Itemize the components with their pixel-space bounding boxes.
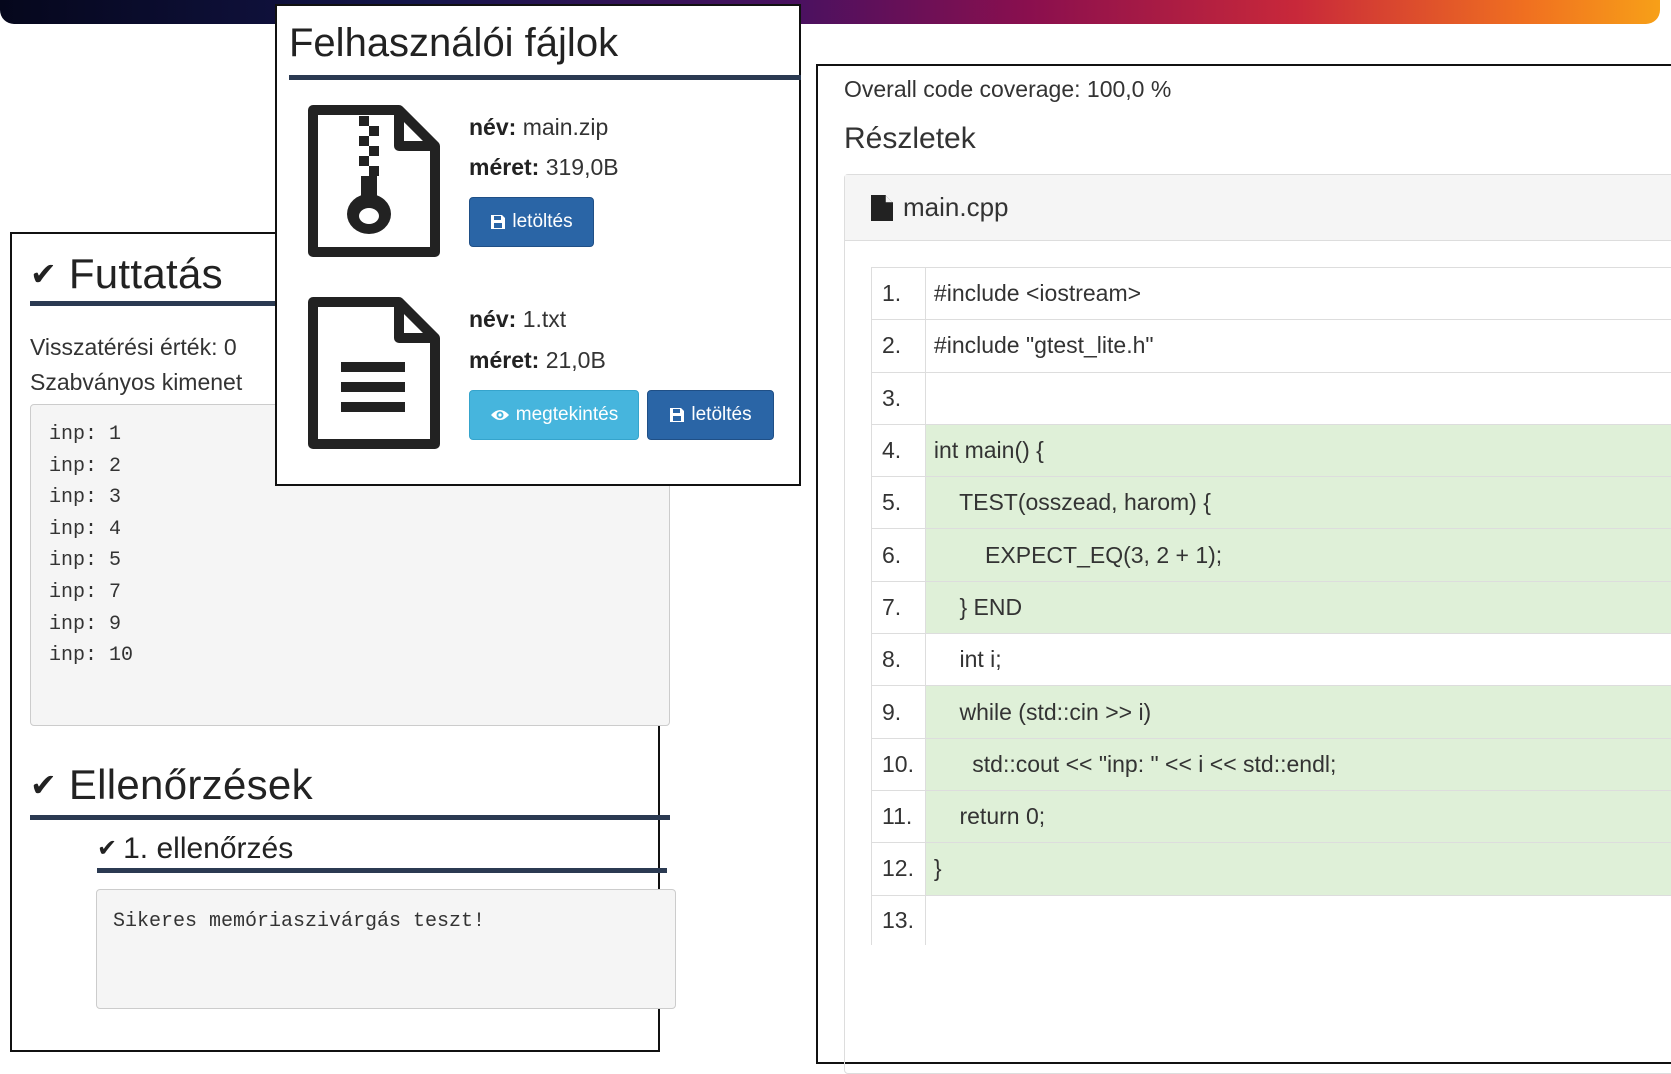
line-source: [925, 895, 1671, 945]
line-source: EXPECT_EQ(3, 2 + 1);: [925, 529, 1671, 581]
check-1-output: Sikeres memóriaszivárgás teszt!: [96, 889, 676, 1009]
code-line: 9. while (std::cin >> i): [872, 686, 1671, 738]
eye-icon: [490, 408, 510, 422]
code-line: 1.#include <iostream>: [872, 268, 1671, 320]
run-title: Futtatás: [69, 250, 223, 298]
line-source: while (std::cin >> i): [925, 686, 1671, 738]
stdout-line: inp: 10: [49, 640, 651, 672]
code-line: 2.#include "gtest_lite.h": [872, 320, 1671, 372]
floppy-disk-icon: [490, 214, 506, 230]
size-label: méret:: [469, 347, 539, 373]
code-line: 11. return 0;: [872, 790, 1671, 842]
check-1-title: 1. ellenőrzés: [123, 832, 293, 866]
user-files-title: Felhasználói fájlok: [289, 16, 801, 80]
line-source: #include <iostream>: [925, 268, 1671, 320]
file-size-row: méret: 21,0B: [469, 347, 606, 374]
line-number: 12.: [872, 843, 926, 895]
download-button[interactable]: letöltés: [469, 197, 594, 247]
file-name: 1.txt: [523, 306, 566, 332]
code-line: 13.: [872, 895, 1671, 945]
download-label: letöltés: [691, 404, 751, 426]
checks-section-header: ✔ Ellenőrzések: [30, 754, 670, 820]
line-number: 2.: [872, 320, 926, 372]
checks-title: Ellenőrzések: [69, 761, 313, 809]
line-number: 8.: [872, 634, 926, 686]
file-icon: [871, 195, 893, 221]
line-number: 10.: [872, 738, 926, 790]
line-number: 1.: [872, 268, 926, 320]
check-icon: ✔: [30, 258, 57, 290]
line-source: return 0;: [925, 790, 1671, 842]
download-label: letöltés: [512, 211, 572, 233]
line-source: [925, 372, 1671, 424]
stdout-label: Szabványos kimenet: [30, 369, 242, 396]
line-source: TEST(osszead, harom) {: [925, 477, 1671, 529]
line-number: 7.: [872, 581, 926, 633]
stdout-line: inp: 5: [49, 545, 651, 577]
code-line: 7. } END: [872, 581, 1671, 633]
line-number: 9.: [872, 686, 926, 738]
line-source: std::cout << "inp: " << i << std::endl;: [925, 738, 1671, 790]
file-size-row: méret: 319,0B: [469, 154, 619, 181]
line-number: 3.: [872, 372, 926, 424]
source-file-header[interactable]: main.cpp: [845, 175, 1671, 241]
file-name: main.zip: [523, 114, 609, 140]
exit-code-text: Visszatérési érték: 0: [30, 334, 237, 361]
code-line: 12.}: [872, 843, 1671, 895]
source-file-card: main.cpp 1.#include <iostream>2.#include…: [844, 174, 1671, 1074]
code-line: 8. int i;: [872, 634, 1671, 686]
line-source: #include "gtest_lite.h": [925, 320, 1671, 372]
download-button[interactable]: letöltés: [647, 390, 774, 440]
line-number: 4.: [872, 424, 926, 476]
overall-coverage-text: Overall code coverage: 100,0 %: [844, 76, 1171, 103]
file-size: 21,0B: [546, 347, 606, 373]
coverage-panel: Overall code coverage: 100,0 % Részletek…: [816, 64, 1671, 1064]
line-source: int main() {: [925, 424, 1671, 476]
stdout-line: inp: 3: [49, 482, 651, 514]
line-number: 6.: [872, 529, 926, 581]
code-line: 6. EXPECT_EQ(3, 2 + 1);: [872, 529, 1671, 581]
zip-file-icon: [307, 104, 441, 258]
code-line: 10. std::cout << "inp: " << i << std::en…: [872, 738, 1671, 790]
coverage-code-table: 1.#include <iostream>2.#include "gtest_l…: [871, 267, 1671, 945]
line-source: }: [925, 843, 1671, 895]
file-size: 319,0B: [546, 154, 619, 180]
name-label: név:: [469, 114, 516, 140]
user-files-panel: Felhasználói fájlok név: main.zip méret:…: [275, 4, 801, 486]
line-number: 13.: [872, 895, 926, 945]
size-label: méret:: [469, 154, 539, 180]
line-source: } END: [925, 581, 1671, 633]
check-icon: ✔: [97, 837, 117, 861]
details-heading: Részletek: [844, 122, 976, 156]
code-line: 3.: [872, 372, 1671, 424]
file-name-row: név: 1.txt: [469, 306, 566, 333]
stdout-line: inp: 7: [49, 577, 651, 609]
stdout-line: inp: 9: [49, 609, 651, 641]
line-source: int i;: [925, 634, 1671, 686]
name-label: név:: [469, 306, 516, 332]
source-file-name: main.cpp: [903, 192, 1009, 223]
text-file-icon: [307, 296, 441, 450]
code-line: 4.int main() {: [872, 424, 1671, 476]
code-line: 5. TEST(osszead, harom) {: [872, 477, 1671, 529]
view-label: megtekintés: [516, 404, 618, 426]
line-number: 5.: [872, 477, 926, 529]
file-name-row: név: main.zip: [469, 114, 608, 141]
check-1-header: ✔ 1. ellenőrzés: [97, 829, 667, 873]
view-button[interactable]: megtekintés: [469, 390, 639, 440]
line-number: 11.: [872, 790, 926, 842]
stdout-line: inp: 4: [49, 514, 651, 546]
top-gradient-bar: [0, 0, 1660, 24]
floppy-disk-icon: [669, 407, 685, 423]
check-icon: ✔: [30, 769, 57, 801]
